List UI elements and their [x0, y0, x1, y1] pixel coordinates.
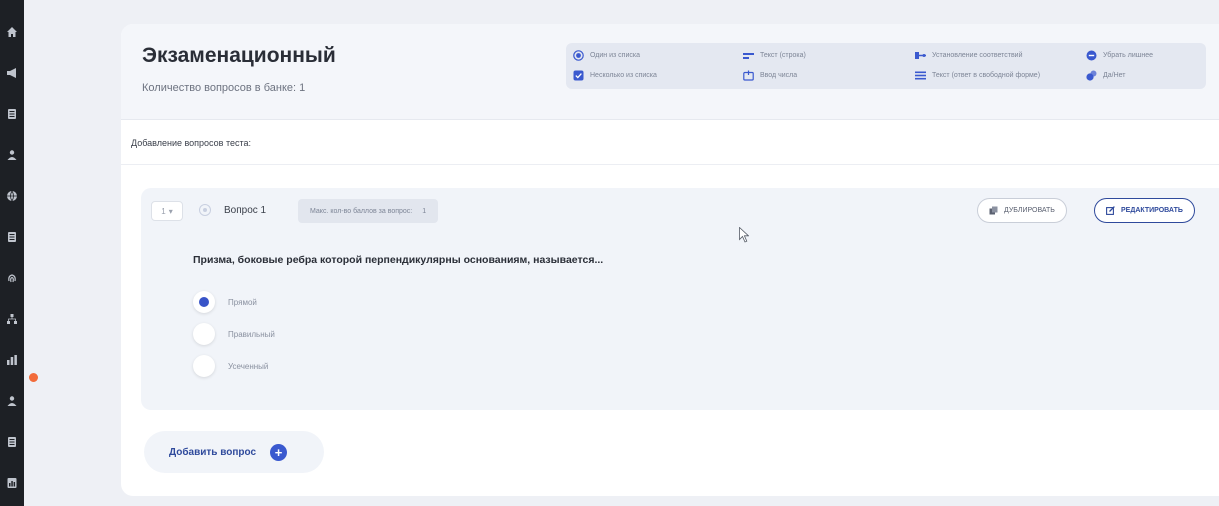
question-select-radio[interactable]	[199, 204, 211, 216]
question-text: Призма, боковые ребра которой перпендику…	[193, 254, 604, 266]
bank-header: Экзаменационный Количество вопросов в ба…	[121, 24, 1219, 120]
question-name: Вопрос 1	[224, 205, 267, 216]
chart-icon[interactable]	[4, 352, 20, 368]
max-points-field[interactable]: Макс. кол-во баллов за вопрос: 1	[298, 199, 439, 223]
max-points-value: 1	[422, 207, 427, 215]
notification-dot	[29, 373, 38, 382]
type-text-line[interactable]: Текст (строка)	[743, 50, 806, 61]
match-icon	[915, 50, 926, 61]
divider	[121, 164, 1219, 165]
type-yes-no[interactable]: Да/Нет	[1086, 70, 1126, 81]
megaphone-icon[interactable]	[4, 65, 20, 81]
person-icon[interactable]	[4, 147, 20, 163]
page-title: Экзаменационный	[142, 44, 336, 67]
sidebar	[0, 0, 38, 506]
add-question-button[interactable]: Добавить вопрос +	[144, 431, 324, 473]
answer-option[interactable]: Правильный	[193, 323, 275, 345]
copy-icon	[989, 206, 998, 215]
question-toolbar: 1 ▾ Вопрос 1 Макс. кол-во баллов за вопр…	[141, 188, 1219, 236]
document-icon[interactable]	[4, 106, 20, 122]
edit-icon	[1106, 206, 1115, 215]
yes-no-icon	[1086, 70, 1097, 81]
radio-icon	[573, 50, 584, 61]
text-line-icon	[743, 50, 754, 61]
chart-doc-icon[interactable]	[4, 475, 20, 491]
type-matching[interactable]: Установление соответствий	[915, 50, 1023, 61]
globe-icon[interactable]	[4, 188, 20, 204]
org-chart-icon[interactable]	[4, 311, 20, 327]
question-types-panel: Один из списка Несколько из списка Текст…	[566, 43, 1206, 89]
answer-option[interactable]: Усеченный	[193, 355, 268, 377]
question-order-stepper[interactable]: 1 ▾	[151, 201, 183, 221]
radio-selected[interactable]	[193, 291, 215, 313]
type-free-text[interactable]: Текст (ответ в свободной форме)	[915, 70, 1040, 81]
type-single-choice[interactable]: Один из списка	[573, 50, 640, 61]
max-points-label: Макс. кол-во баллов за вопрос:	[310, 207, 413, 215]
chevron-down-icon: ▾	[168, 206, 173, 216]
remove-icon	[1086, 50, 1097, 61]
document-icon[interactable]	[4, 434, 20, 450]
checkbox-icon	[573, 70, 584, 81]
section-label: Добавление вопросов теста:	[131, 138, 252, 148]
radio-unselected[interactable]	[193, 323, 215, 345]
type-multiple-choice[interactable]: Несколько из списка	[573, 70, 657, 81]
radio-unselected[interactable]	[193, 355, 215, 377]
type-remove-extra[interactable]: Убрать лишнее	[1086, 50, 1153, 61]
duplicate-button[interactable]: ДУБЛИРОВАТЬ	[977, 198, 1067, 223]
question-bank-card: Экзаменационный Количество вопросов в ба…	[121, 24, 1219, 496]
person-icon[interactable]	[4, 393, 20, 409]
question-count: Количество вопросов в банке: 1	[142, 82, 306, 94]
home-icon[interactable]	[4, 24, 20, 40]
question-card: 1 ▾ Вопрос 1 Макс. кол-во баллов за вопр…	[141, 188, 1219, 410]
answer-option[interactable]: Прямой	[193, 291, 257, 313]
text-block-icon	[915, 70, 926, 81]
type-number-input[interactable]: Ввод числа	[743, 70, 797, 81]
edit-button[interactable]: РЕДАКТИРОВАТЬ	[1094, 198, 1195, 223]
document-icon[interactable]	[4, 229, 20, 245]
fingerprint-icon[interactable]	[4, 270, 20, 286]
plus-icon: +	[270, 443, 288, 461]
number-input-icon	[743, 70, 754, 81]
mouse-cursor-icon	[739, 227, 749, 243]
